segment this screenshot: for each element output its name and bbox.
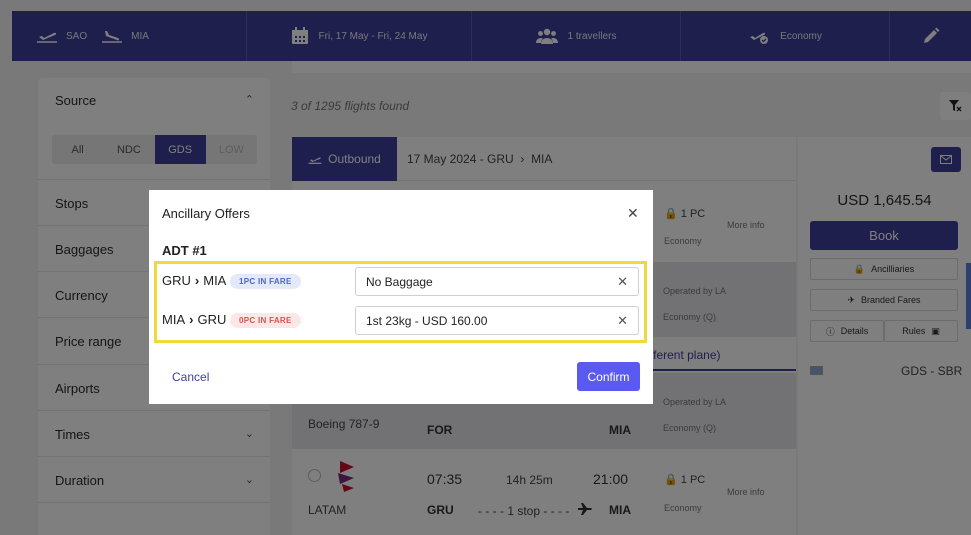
leg-from: MIA [162, 312, 186, 327]
chevron-right-icon: › [189, 312, 194, 327]
leg-route: GRU › MIA [162, 273, 226, 288]
cancel-button[interactable]: Cancel [172, 370, 209, 384]
leg-route: MIA › GRU [162, 312, 226, 327]
modal-title: Ancillary Offers [162, 206, 250, 221]
baggage-select-value: No Baggage [366, 274, 433, 289]
baggage-select-value: 1st 23kg - USD 160.00 [366, 313, 488, 328]
ancillary-offers-modal: Ancillary Offers ✕ ADT #1 GRU › MIA 1PC … [149, 190, 653, 404]
leg-to: MIA [203, 273, 227, 288]
baggage-in-fare-badge: 1PC IN FARE [230, 274, 301, 289]
baggage-select[interactable]: 1st 23kg - USD 160.00 ✕ [355, 306, 639, 335]
leg-to: GRU [197, 312, 227, 327]
confirm-button[interactable]: Confirm [577, 362, 640, 391]
chevron-right-icon: › [194, 273, 200, 288]
baggage-select[interactable]: No Baggage ✕ [355, 267, 639, 296]
clear-icon[interactable]: ✕ [617, 313, 628, 329]
passenger-label: ADT #1 [162, 243, 207, 258]
close-icon[interactable]: ✕ [627, 205, 639, 222]
leg-from: GRU [162, 273, 191, 288]
baggage-in-fare-badge: 0PC IN FARE [230, 313, 301, 328]
clear-icon[interactable]: ✕ [617, 274, 628, 290]
